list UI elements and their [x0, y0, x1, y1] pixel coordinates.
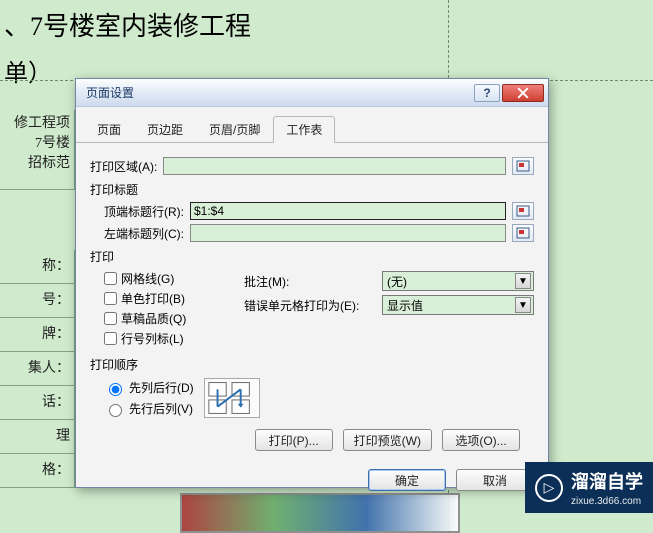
order-down-radio-row[interactable]: 先列后行(D)	[104, 379, 194, 396]
tab-sheet[interactable]: 工作表	[273, 116, 335, 143]
bw-label: 单色打印(B)	[121, 290, 185, 307]
table-cell: 牌：	[0, 318, 75, 352]
close-icon	[517, 87, 529, 99]
bw-checkbox-row[interactable]: 单色打印(B)	[104, 290, 224, 307]
bw-checkbox[interactable]	[104, 292, 117, 305]
comments-select[interactable]: (无) ▼	[382, 271, 534, 291]
errors-value: 显示值	[387, 297, 423, 314]
table-cell: 理	[0, 420, 75, 454]
ok-button[interactable]: 确定	[368, 469, 446, 491]
table-cell: 话：	[0, 386, 75, 420]
table-cell: 集人：	[0, 352, 75, 386]
order-group-label: 打印顺序	[90, 356, 534, 373]
tab-strip: 页面 页边距 页眉/页脚 工作表	[76, 107, 548, 143]
collapse-dialog-icon	[516, 205, 530, 217]
tab-page[interactable]: 页面	[84, 116, 134, 143]
dialog-title: 页面设置	[86, 84, 134, 101]
collapse-dialog-icon	[516, 160, 530, 172]
table-cell: 号：	[0, 284, 75, 318]
watermark-sub: zixue.3d66.com	[571, 496, 643, 507]
top-row-input[interactable]	[190, 202, 506, 220]
print-preview-button[interactable]: 打印预览(W)	[343, 429, 432, 451]
tab-margins[interactable]: 页边距	[134, 116, 196, 143]
cancel-button[interactable]: 取消	[456, 469, 534, 491]
play-icon: ▷	[535, 474, 563, 502]
dialog-body: 打印区域(A): 打印标题 顶端标题行(R): 左端标题列(C):	[76, 143, 548, 457]
rowcol-label: 行号列标(L)	[121, 330, 184, 347]
table-cell: 称：	[0, 250, 75, 284]
collapse-dialog-icon	[516, 227, 530, 239]
watermark: ▷ 溜溜自学 zixue.3d66.com	[525, 462, 653, 513]
top-row-label: 顶端标题行(R):	[104, 203, 184, 220]
order-down-label: 先列后行(D)	[129, 379, 194, 396]
print-titles-group-label: 打印标题	[90, 181, 534, 198]
draft-checkbox[interactable]	[104, 312, 117, 325]
order-down-radio[interactable]	[109, 383, 122, 396]
print-group-label: 打印	[90, 248, 534, 265]
table-cell: 修工程项 7号楼 招标范	[0, 110, 75, 190]
gridlines-label: 网格线(G)	[121, 270, 174, 287]
left-col-label: 左端标题列(C):	[104, 225, 184, 242]
close-button[interactable]	[502, 84, 544, 102]
rowcol-checkbox[interactable]	[104, 332, 117, 345]
comments-label: 批注(M):	[244, 273, 374, 290]
draft-checkbox-row[interactable]: 草稿品质(Q)	[104, 310, 224, 327]
help-button[interactable]: ?	[474, 84, 500, 102]
gridlines-checkbox[interactable]	[104, 272, 117, 285]
print-button[interactable]: 打印(P)...	[255, 429, 333, 451]
options-button[interactable]: 选项(O)...	[442, 429, 520, 451]
watermark-text: 溜溜自学	[571, 472, 643, 492]
rowcol-checkbox-row[interactable]: 行号列标(L)	[104, 330, 224, 347]
order-over-radio-row[interactable]: 先行后列(V)	[104, 400, 194, 417]
errors-select[interactable]: 显示值 ▼	[382, 295, 534, 315]
tab-header-footer[interactable]: 页眉/页脚	[196, 116, 273, 143]
dialog-titlebar[interactable]: 页面设置 ?	[76, 79, 548, 107]
order-over-radio[interactable]	[109, 404, 122, 417]
print-order-icon	[204, 378, 260, 418]
order-over-label: 先行后列(V)	[129, 400, 193, 417]
print-area-label: 打印区域(A):	[90, 158, 157, 175]
comments-value: (无)	[387, 273, 407, 290]
range-select-button[interactable]	[512, 157, 534, 175]
draft-label: 草稿品质(Q)	[121, 310, 186, 327]
table-cell: 格：	[0, 454, 75, 488]
left-label-column: 修工程项 7号楼 招标范 称： 号： 牌： 集人： 话： 理 格：	[0, 110, 75, 488]
left-col-input[interactable]	[190, 224, 506, 242]
errors-label: 错误单元格打印为(E):	[244, 297, 374, 314]
chevron-down-icon: ▼	[515, 297, 531, 313]
chevron-down-icon: ▼	[515, 273, 531, 289]
range-select-button[interactable]	[512, 224, 534, 242]
page-setup-dialog: 页面设置 ? 页面 页边距 页眉/页脚 工作表 打印区域(A): 打印标题 顶端…	[75, 78, 549, 488]
gridlines-checkbox-row[interactable]: 网格线(G)	[104, 270, 224, 287]
print-area-input[interactable]	[163, 157, 506, 175]
range-select-button[interactable]	[512, 202, 534, 220]
